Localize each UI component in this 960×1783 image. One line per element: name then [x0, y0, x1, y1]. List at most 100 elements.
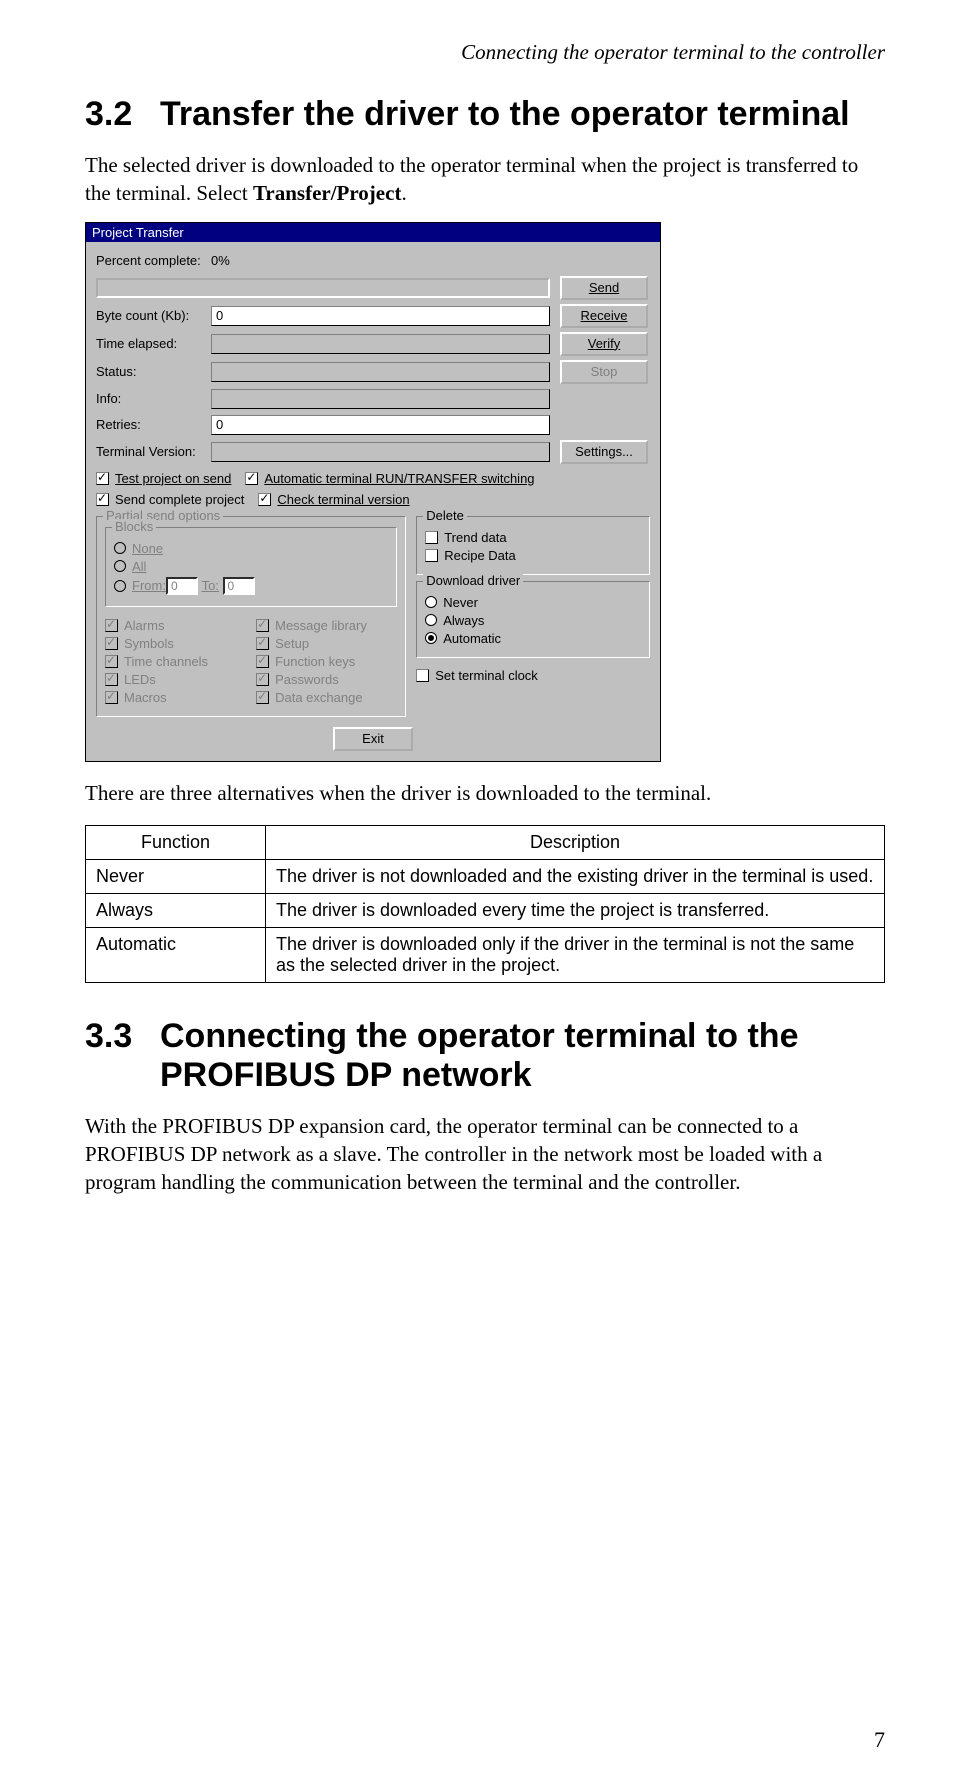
cell-description: The driver is not downloaded and the exi… — [266, 860, 885, 894]
label-time: Time elapsed: — [96, 336, 211, 351]
retries-field: 0 — [211, 415, 550, 435]
chk-set-clock[interactable]: Set terminal clock — [416, 668, 650, 683]
checkbox-icon — [105, 619, 118, 632]
radio-all: All — [114, 559, 388, 574]
radio-icon — [114, 580, 126, 592]
stop-label: Stop — [591, 364, 618, 379]
radio-icon — [425, 614, 437, 626]
chk-timechannels: Time channels — [105, 654, 246, 669]
heading-3-2: 3.2 Transfer the driver to the operator … — [85, 95, 885, 134]
checkbox-icon — [256, 673, 269, 686]
th-description: Description — [266, 826, 885, 860]
info-field — [211, 389, 550, 409]
label: Alarms — [124, 618, 164, 633]
checkbox-icon — [256, 637, 269, 650]
radio-icon — [114, 542, 126, 554]
cell-function: Automatic — [86, 928, 266, 983]
radio-automatic[interactable]: Automatic — [425, 631, 641, 646]
para-text-end: . — [401, 181, 406, 205]
termver-field — [211, 442, 550, 462]
checkbox-icon — [96, 493, 109, 506]
chk-setup: Setup — [256, 636, 397, 651]
label-to: To: — [202, 578, 219, 593]
chk-messagelib: Message library — [256, 618, 397, 633]
group-partial-send: Partial send options Blocks None All Fro… — [96, 516, 406, 717]
legend-delete: Delete — [423, 508, 467, 523]
send-label: Send — [589, 280, 619, 295]
checkbox-icon — [245, 472, 258, 485]
chk-auto-switch[interactable]: Automatic terminal RUN/TRANSFER switchin… — [245, 471, 534, 486]
label-from: From: — [132, 578, 166, 593]
para-text: The selected driver is downloaded to the… — [85, 153, 858, 205]
label-percent: Percent complete: — [96, 253, 211, 268]
chk-recipe-data[interactable]: Recipe Data — [425, 548, 641, 563]
chk-check-version[interactable]: Check terminal version — [258, 492, 409, 507]
radio-none: None — [114, 541, 388, 556]
chk-dataexchange: Data exchange — [256, 690, 397, 705]
label: Check terminal version — [277, 492, 409, 507]
heading-text: Connecting the operator terminal to the … — [160, 1017, 885, 1095]
function-table: Function Description Never The driver is… — [85, 825, 885, 983]
progress-bar — [96, 278, 550, 298]
label: Set terminal clock — [435, 668, 538, 683]
settings-label: Settings... — [575, 444, 633, 459]
checkbox-icon — [256, 655, 269, 668]
exit-button[interactable]: Exit — [333, 727, 413, 751]
label-termver: Terminal Version: — [96, 444, 211, 459]
table-row: Never The driver is not downloaded and t… — [86, 860, 885, 894]
heading-number: 3.2 — [85, 95, 160, 134]
checkbox-icon — [256, 619, 269, 632]
label: Function keys — [275, 654, 355, 669]
project-transfer-dialog: Project Transfer Percent complete: 0% Se… — [85, 222, 661, 762]
radio-never[interactable]: Never — [425, 595, 641, 610]
paragraph-3-3: With the PROFIBUS DP expansion card, the… — [85, 1113, 885, 1196]
paragraph-3-2: The selected driver is downloaded to the… — [85, 152, 885, 207]
verify-label: Verify — [588, 336, 621, 351]
settings-button[interactable]: Settings... — [560, 440, 648, 464]
checkbox-icon — [96, 472, 109, 485]
label: Automatic — [443, 631, 501, 646]
label: Send complete project — [115, 492, 244, 507]
running-head: Connecting the operator terminal to the … — [85, 40, 885, 65]
chk-trend-data[interactable]: Trend data — [425, 530, 641, 545]
receive-label: Receive — [581, 308, 628, 323]
heading-text: Transfer the driver to the operator term… — [160, 95, 885, 134]
stop-button[interactable]: Stop — [560, 360, 648, 384]
label: Test project on send — [115, 471, 231, 486]
cell-description: The driver is downloaded every time the … — [266, 894, 885, 928]
checkbox-icon — [258, 493, 271, 506]
chk-symbols: Symbols — [105, 636, 246, 651]
byte-field: 0 — [211, 306, 550, 326]
label: Passwords — [275, 672, 339, 687]
chk-alarms: Alarms — [105, 618, 246, 633]
radio-always[interactable]: Always — [425, 613, 641, 628]
label: Time channels — [124, 654, 208, 669]
heading-3-3: 3.3 Connecting the operator terminal to … — [85, 1017, 885, 1095]
chk-send-complete[interactable]: Send complete project — [96, 492, 244, 507]
label: LEDs — [124, 672, 156, 687]
checkbox-icon — [425, 549, 438, 562]
send-button[interactable]: Send — [560, 276, 648, 300]
legend-blocks: Blocks — [112, 519, 156, 534]
label: None — [132, 541, 163, 556]
cell-description: The driver is downloaded only if the dri… — [266, 928, 885, 983]
verify-button[interactable]: Verify — [560, 332, 648, 356]
caption-alternatives: There are three alternatives when the dr… — [85, 780, 885, 808]
chk-test-project[interactable]: Test project on send — [96, 471, 231, 486]
label: Macros — [124, 690, 167, 705]
label: Automatic terminal RUN/TRANSFER switchin… — [264, 471, 534, 486]
dialog-titlebar: Project Transfer — [86, 223, 660, 242]
label: Message library — [275, 618, 367, 633]
radio-icon — [114, 560, 126, 572]
legend-download: Download driver — [423, 573, 523, 588]
radio-from: From: 0 To: 0 — [114, 577, 388, 595]
checkbox-icon — [425, 531, 438, 544]
group-blocks: Blocks None All From: 0 To: 0 — [105, 527, 397, 607]
from-field: 0 — [166, 577, 198, 595]
label: Data exchange — [275, 690, 362, 705]
group-download-driver: Download driver Never Always Automatic — [416, 581, 650, 658]
radio-icon — [425, 596, 437, 608]
receive-button[interactable]: Receive — [560, 304, 648, 328]
label: Symbols — [124, 636, 174, 651]
chk-passwords: Passwords — [256, 672, 397, 687]
